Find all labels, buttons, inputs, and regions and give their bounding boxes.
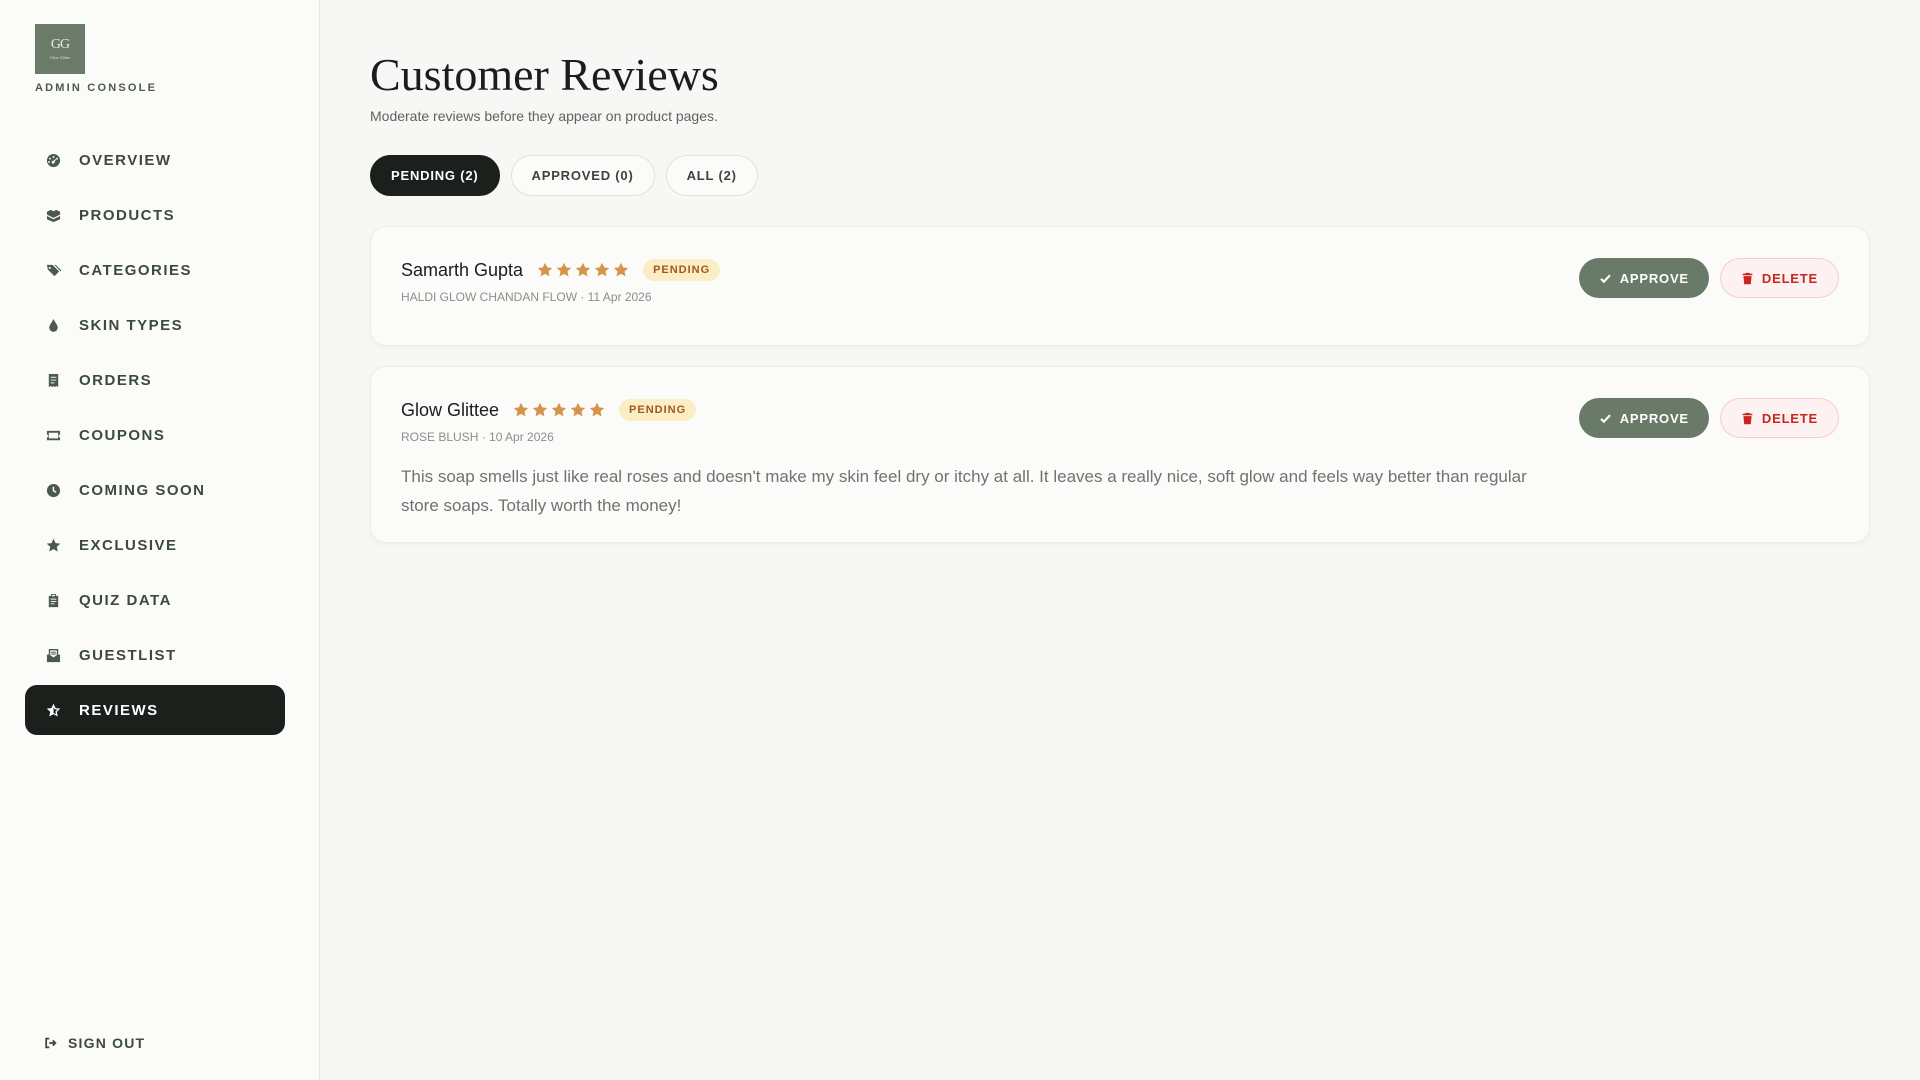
- sidebar-item-label: REVIEWS: [79, 701, 159, 719]
- delete-button[interactable]: DELETE: [1719, 398, 1839, 438]
- boxes-icon: [45, 207, 61, 223]
- sidebar-item-quiz-data[interactable]: QUIZ DATA: [25, 575, 285, 625]
- sidebar-item-label: COUPONS: [79, 426, 166, 444]
- review-card: Glow Glittee PENDING ROSE BLUSH · 10 Apr…: [370, 366, 1870, 543]
- reviewer-name: Samarth Gupta: [401, 259, 524, 280]
- star-rating: [537, 262, 629, 278]
- clipboard-icon: [45, 592, 61, 608]
- approve-button[interactable]: APPROVE: [1578, 258, 1709, 298]
- ticket-icon: [45, 427, 61, 443]
- star-icon: [45, 537, 61, 553]
- sidebar-nav: OVERVIEW PRODUCTS CATEGORIES SKIN TYPES …: [25, 135, 285, 740]
- sidebar-item-coupons[interactable]: COUPONS: [25, 410, 285, 460]
- star-half-icon: [45, 702, 61, 718]
- star-icon: [594, 262, 610, 278]
- tab-approved[interactable]: APPROVED (0): [510, 155, 655, 196]
- sidebar-item-label: EXCLUSIVE: [79, 536, 178, 554]
- review-actions: APPROVE DELETE: [1578, 398, 1839, 438]
- droplet-icon: [45, 317, 61, 333]
- sidebar-item-label: SKIN TYPES: [79, 316, 184, 334]
- sidebar-item-coming-soon[interactable]: COMING SOON: [25, 465, 285, 515]
- review-text: This soap smells just like real roses an…: [401, 467, 1527, 515]
- logo-subtext: Glow Glitter: [49, 55, 71, 60]
- inbox-icon: [45, 647, 61, 663]
- star-icon: [532, 402, 548, 418]
- logo-monogram: GG: [50, 37, 70, 52]
- sidebar-item-categories[interactable]: CATEGORIES: [25, 245, 285, 295]
- status-badge: PENDING: [619, 399, 697, 421]
- sidebar-item-label: PRODUCTS: [79, 206, 176, 224]
- sign-out-label: SIGN OUT: [68, 1035, 146, 1051]
- sidebar-item-label: COMING SOON: [79, 481, 206, 499]
- sidebar-item-label: ORDERS: [79, 371, 153, 389]
- tab-pending[interactable]: PENDING (2): [370, 155, 500, 196]
- sidebar-item-reviews[interactable]: REVIEWS: [25, 685, 285, 735]
- check-icon: [1600, 274, 1611, 283]
- status-badge: PENDING: [643, 259, 721, 281]
- approve-label: APPROVE: [1619, 410, 1689, 426]
- receipt-icon: [45, 372, 61, 388]
- sidebar-item-label: QUIZ DATA: [79, 591, 172, 609]
- sidebar: GG Glow Glitter ADMIN CONSOLE OVERVIEW P…: [0, 0, 320, 1080]
- page-title: Customer Reviews: [370, 49, 719, 100]
- delete-label: DELETE: [1761, 410, 1818, 426]
- tab-all[interactable]: ALL (2): [665, 155, 758, 196]
- star-icon: [513, 402, 529, 418]
- approve-button[interactable]: APPROVE: [1578, 398, 1709, 438]
- delete-label: DELETE: [1761, 270, 1818, 286]
- sidebar-item-products[interactable]: PRODUCTS: [25, 190, 285, 240]
- brand-logo[interactable]: GG Glow Glitter: [35, 24, 85, 74]
- star-icon: [551, 402, 567, 418]
- sidebar-item-label: CATEGORIES: [79, 261, 193, 279]
- review-filter-tabs: PENDING (2) APPROVED (0) ALL (2): [370, 155, 758, 196]
- review-actions: APPROVE DELETE: [1578, 258, 1839, 298]
- review-list: Samarth Gupta PENDING HALDI GLOW CHANDAN…: [370, 226, 1870, 563]
- sidebar-item-skin-types[interactable]: SKIN TYPES: [25, 300, 285, 350]
- star-icon: [589, 402, 605, 418]
- star-icon: [537, 262, 553, 278]
- sidebar-item-orders[interactable]: ORDERS: [25, 355, 285, 405]
- sidebar-item-label: OVERVIEW: [79, 151, 172, 169]
- star-rating: [513, 402, 605, 418]
- star-icon: [575, 262, 591, 278]
- reviewer-name: Glow Glittee: [401, 399, 500, 420]
- sidebar-item-overview[interactable]: OVERVIEW: [25, 135, 285, 185]
- star-icon: [613, 262, 629, 278]
- delete-button[interactable]: DELETE: [1719, 258, 1839, 298]
- sidebar-item-exclusive[interactable]: EXCLUSIVE: [25, 520, 285, 570]
- trash-icon: [1742, 412, 1753, 424]
- sidebar-item-label: GUESTLIST: [79, 646, 177, 664]
- approve-label: APPROVE: [1619, 270, 1689, 286]
- star-icon: [570, 402, 586, 418]
- sign-out-button[interactable]: SIGN OUT: [44, 1035, 145, 1051]
- sign-out-icon: [45, 1037, 57, 1049]
- sidebar-item-guestlist[interactable]: GUESTLIST: [25, 630, 285, 680]
- tags-icon: [45, 262, 61, 278]
- admin-console-caption: ADMIN CONSOLE: [35, 82, 158, 94]
- review-card: Samarth Gupta PENDING HALDI GLOW CHANDAN…: [370, 226, 1870, 346]
- page-subtitle: Moderate reviews before they appear on p…: [370, 108, 718, 124]
- check-icon: [1600, 414, 1611, 423]
- trash-icon: [1742, 272, 1753, 284]
- gauge-icon: [45, 152, 61, 168]
- star-icon: [556, 262, 572, 278]
- clock-icon: [45, 482, 61, 498]
